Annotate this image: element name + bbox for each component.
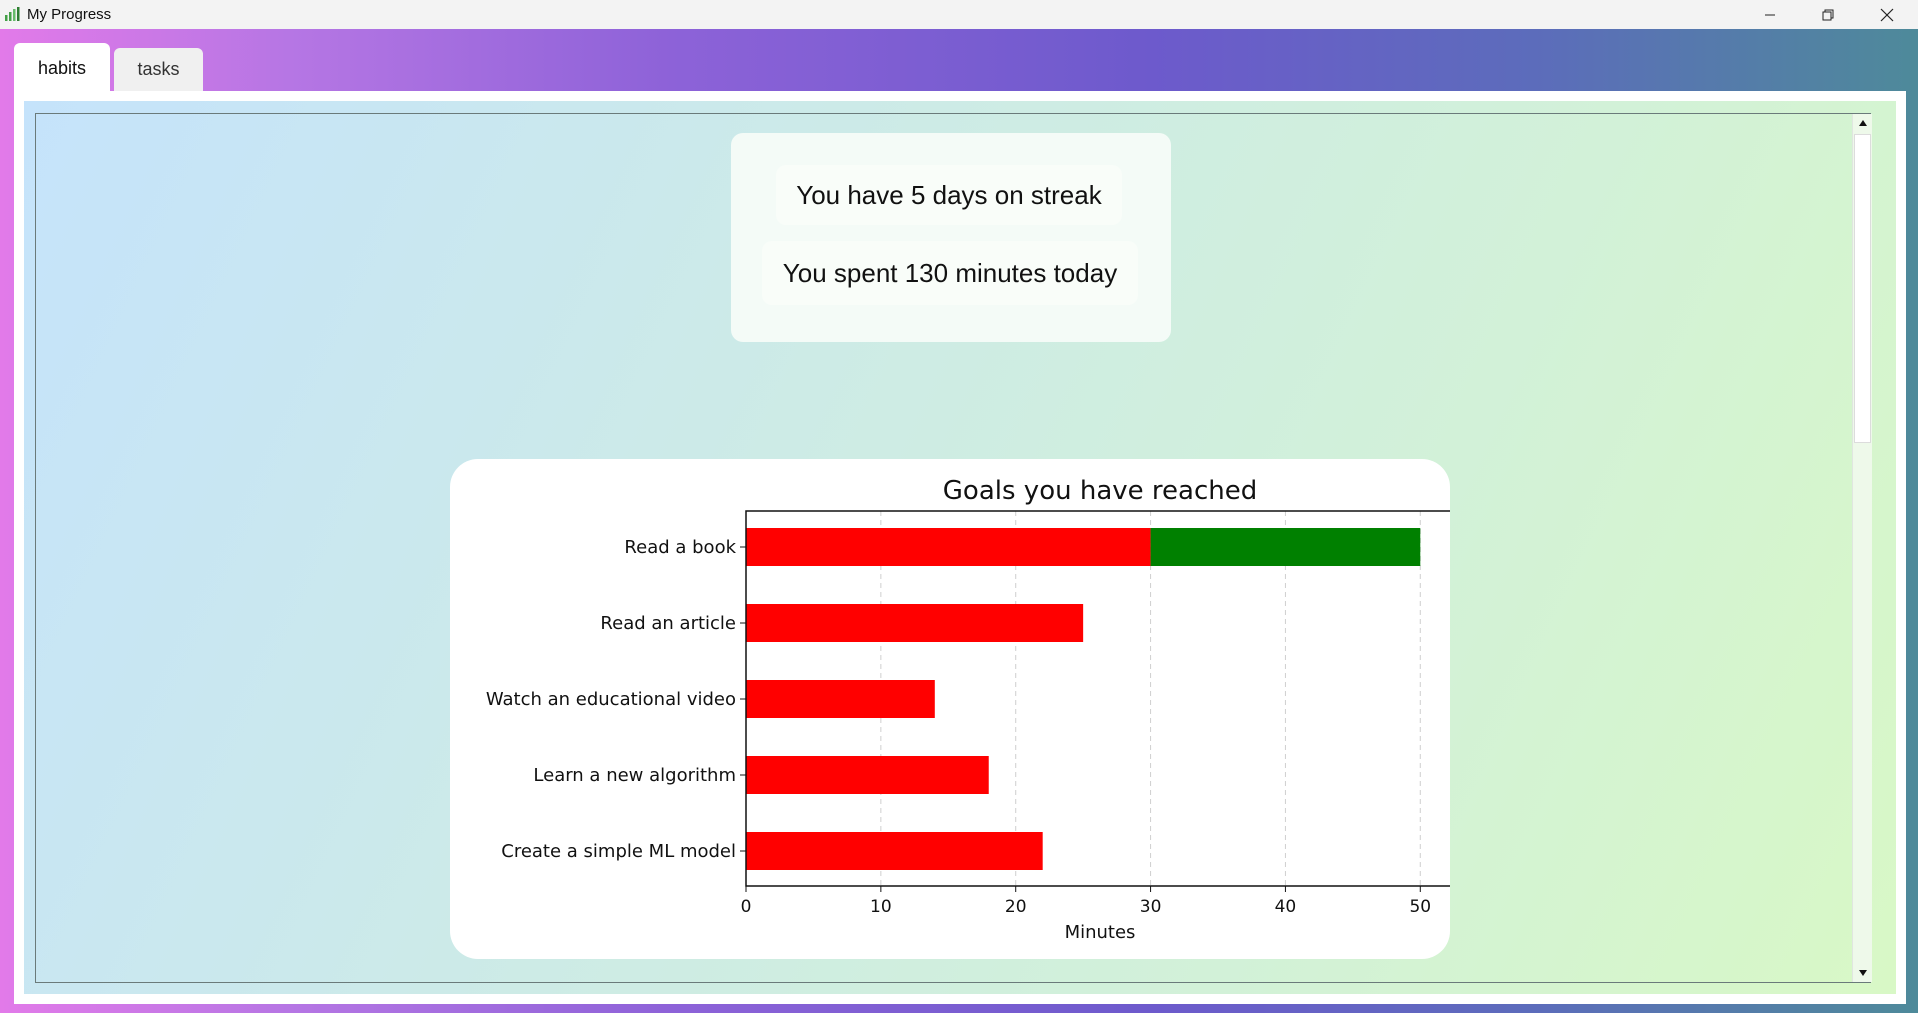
bar-0-1: [746, 604, 1084, 642]
triangle-down-icon: [1858, 970, 1867, 976]
scroll-area: You have 5 days on streak You spent 130 …: [24, 101, 1896, 994]
vertical-scrollbar[interactable]: [1852, 114, 1872, 982]
x-axis-label: Minutes: [1065, 922, 1136, 943]
tab-content-panel: You have 5 days on streak You spent 130 …: [14, 91, 1906, 1004]
x-tick-label: 30: [1140, 897, 1162, 917]
title-bar: My Progress: [0, 0, 1918, 29]
tab-habits[interactable]: habits: [14, 43, 110, 93]
x-tick-label: 10: [870, 897, 892, 917]
y-tick-label: Read a book: [624, 537, 736, 558]
stats-card: You have 5 days on streak You spent 130 …: [731, 133, 1171, 342]
y-tick-label: Read an article: [600, 613, 736, 634]
scroll-down-button[interactable]: [1853, 964, 1872, 982]
x-tick-label: 0: [741, 897, 752, 917]
close-icon: [1880, 8, 1894, 21]
bar-1-0: [1150, 528, 1421, 566]
y-tick-label: Watch an educational video: [486, 689, 736, 710]
goals-chart: Goals you have reached Read a book Read an…: [486, 476, 1450, 943]
goals-chart-card: Goals you have reached Read a book Read an…: [450, 459, 1450, 959]
bar-0-0: [746, 528, 1151, 566]
tab-tasks[interactable]: tasks: [114, 48, 203, 91]
triangle-up-icon: [1858, 120, 1867, 126]
chart-app-icon: [5, 7, 20, 21]
bar-0-2: [746, 680, 935, 718]
x-tick-label: 40: [1275, 897, 1297, 917]
scroll-thumb[interactable]: [1854, 134, 1871, 443]
bar-0-3: [746, 756, 989, 794]
streak-label: You have 5 days on streak: [776, 165, 1122, 225]
restore-icon: [1822, 9, 1834, 20]
x-tick-label: 20: [1005, 897, 1027, 917]
y-tick-label: Create a simple ML model: [501, 841, 736, 862]
minimize-button[interactable]: [1741, 0, 1799, 29]
x-tick-label: 50: [1409, 897, 1431, 917]
close-button[interactable]: [1858, 0, 1916, 29]
y-tick-label: Learn a new algorithm: [533, 765, 736, 786]
minimize-icon: [1765, 14, 1775, 15]
chart-title: Goals you have reached: [943, 476, 1257, 506]
restore-button[interactable]: [1799, 0, 1857, 29]
minutes-today-label: You spent 130 minutes today: [762, 241, 1138, 305]
window-title: My Progress: [27, 6, 112, 23]
bar-0-4: [746, 832, 1043, 870]
scroll-up-button[interactable]: [1853, 114, 1872, 132]
